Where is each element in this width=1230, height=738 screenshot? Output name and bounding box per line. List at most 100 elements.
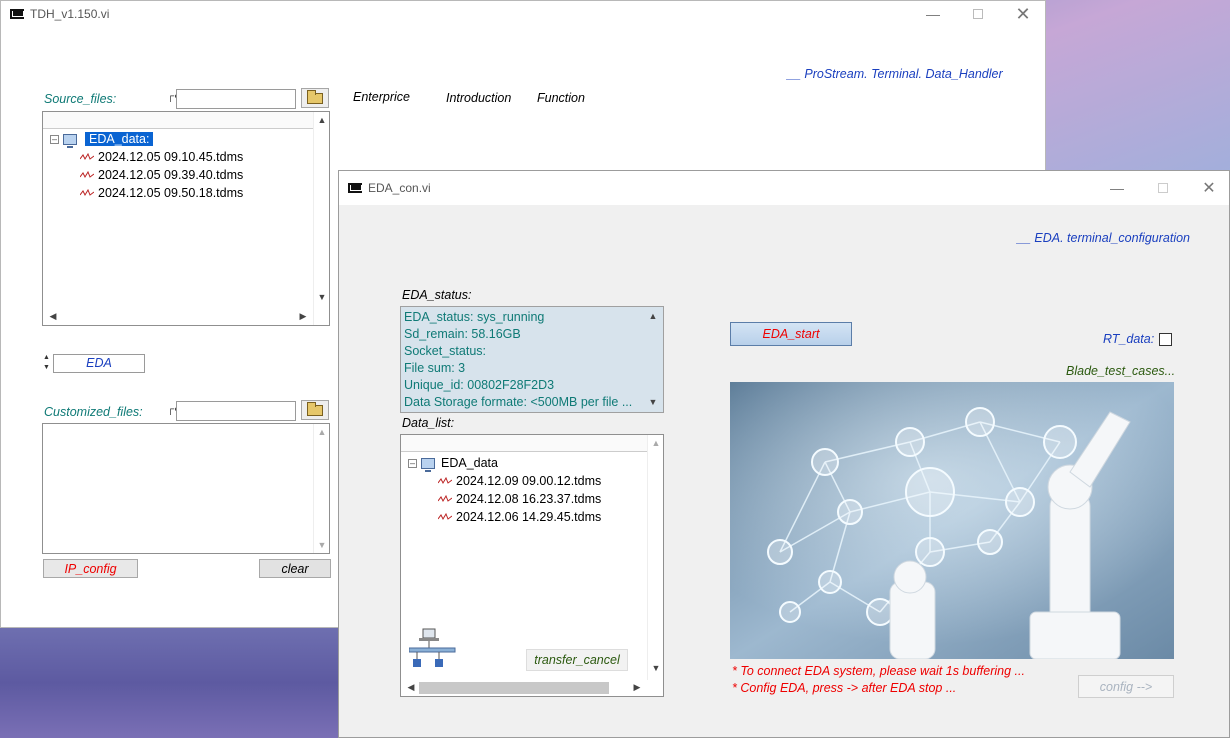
tree-root-label: EDA_data xyxy=(441,456,498,470)
rt-data-checkbox[interactable] xyxy=(1159,333,1172,346)
note-connect: * To connect EDA system, please wait 1s … xyxy=(732,664,1025,678)
tree-root[interactable]: – EDA_data xyxy=(408,456,498,472)
tree-file-item[interactable]: 2024.12.05 09.39.40.tdms xyxy=(80,168,243,182)
data-list-tree[interactable]: – EDA_data 2024.12.09 09.00.12.tdms 2024… xyxy=(400,434,664,697)
ip-config-button[interactable]: IP_config xyxy=(43,559,138,578)
tree-file-item[interactable]: 2024.12.05 09.10.45.tdms xyxy=(80,150,243,164)
horizontal-scrollbar[interactable]: ◀ ▶ xyxy=(43,309,313,325)
vertical-scrollbar[interactable]: ▲ ▼ xyxy=(313,112,329,325)
header-link[interactable]: __ EDA. terminal_configuration xyxy=(1017,231,1190,245)
scroll-down-icon[interactable]: ▼ xyxy=(645,397,661,407)
folder-icon xyxy=(307,89,323,104)
scroll-thumb[interactable] xyxy=(419,682,609,694)
source-files-tree[interactable]: – EDA_data: 2024.12.05 09.10.45.tdms 202… xyxy=(42,111,330,326)
status-label: EDA_status: xyxy=(402,288,472,302)
scroll-up-icon[interactable]: ▲ xyxy=(314,115,330,125)
tree-file-label: 2024.12.06 14.29.45.tdms xyxy=(456,510,602,524)
customized-browse-button[interactable] xyxy=(301,400,329,420)
selector-display: EDA xyxy=(53,354,145,373)
menu-function[interactable]: Function xyxy=(537,91,585,105)
close-icon[interactable]: ✕ xyxy=(1187,175,1230,201)
scroll-left-icon[interactable]: ◀ xyxy=(45,311,61,322)
scroll-right-icon[interactable]: ▶ xyxy=(295,311,311,322)
maximize-icon[interactable] xyxy=(956,1,1000,27)
robot-network-image xyxy=(730,382,1174,659)
tree-file-item[interactable]: 2024.12.09 09.00.12.tdms xyxy=(438,474,601,488)
tree-file-item[interactable]: 2024.12.08 16.23.37.tdms xyxy=(438,492,601,506)
note-config: * Config EDA, press -> after EDA stop ..… xyxy=(732,681,957,695)
selector-stepper[interactable]: ▲ ▼ xyxy=(43,353,51,373)
window-title: TDH_v1.150.vi xyxy=(30,7,110,21)
labview-icon xyxy=(348,183,362,193)
scroll-up-icon[interactable]: ▲ xyxy=(314,427,330,437)
blade-test-cases-label[interactable]: Blade_test_cases... xyxy=(1066,364,1175,378)
collapse-icon[interactable]: – xyxy=(50,134,59,144)
waveform-icon xyxy=(80,171,94,179)
customized-files-label: Customized_files: xyxy=(44,405,143,419)
waveform-icon xyxy=(80,189,94,197)
waveform-icon xyxy=(438,513,452,521)
status-line: File sum: 3 xyxy=(404,361,466,375)
computer-icon xyxy=(63,133,77,148)
status-line: Socket_status: xyxy=(404,344,486,358)
waveform-icon xyxy=(438,495,452,503)
source-files-label: Source_files: xyxy=(44,92,117,106)
close-icon[interactable]: ✕ xyxy=(1001,1,1045,27)
scroll-up-icon[interactable]: ▲ xyxy=(645,311,661,321)
status-line: Unique_id: 00802F28F2D3 xyxy=(404,378,555,392)
eda-titlebar[interactable]: EDA_con.vi — ✕ xyxy=(339,171,1229,205)
computer-icon xyxy=(421,457,435,472)
rt-data-label: RT_data: xyxy=(1103,332,1155,346)
tree-file-label: 2024.12.05 09.50.18.tdms xyxy=(98,186,244,200)
scroll-down-icon[interactable]: ▼ xyxy=(314,292,330,302)
status-line: Data Storage formate: <500MB per file ..… xyxy=(404,395,633,409)
folder-icon xyxy=(307,401,323,416)
tree-file-label: 2024.12.08 16.23.37.tdms xyxy=(456,492,602,506)
data-list-label: Data_list: xyxy=(402,416,455,430)
tree-file-item[interactable]: 2024.12.05 09.50.18.tdms xyxy=(80,186,243,200)
tree-file-label: 2024.12.05 09.39.40.tdms xyxy=(98,168,244,182)
source-path-input[interactable] xyxy=(176,89,296,109)
labview-icon xyxy=(10,9,24,19)
waveform-icon xyxy=(438,477,452,485)
customized-path-input[interactable] xyxy=(176,401,296,421)
vertical-scrollbar[interactable]: ▲ ▼ xyxy=(647,435,663,680)
window-title: EDA_con.vi xyxy=(368,181,431,195)
scroll-up-icon[interactable]: ▲ xyxy=(648,438,664,448)
eda-start-button[interactable]: EDA_start xyxy=(730,322,852,346)
menu-introduction[interactable]: Introduction xyxy=(446,91,511,105)
selector-value: EDA xyxy=(86,356,112,370)
tree-root-label: EDA_data: xyxy=(85,132,154,146)
tree-file-item[interactable]: 2024.12.06 14.29.45.tdms xyxy=(438,510,601,524)
minimize-icon[interactable]: — xyxy=(911,1,955,27)
transfer-cancel-button[interactable]: transfer_cancel xyxy=(526,649,628,671)
collapse-icon[interactable]: – xyxy=(408,458,417,468)
eda-window: EDA_con.vi — ✕ __ EDA. terminal_configur… xyxy=(338,170,1230,738)
tree-header xyxy=(401,435,647,452)
status-display: EDA_status: sys_running Sd_remain: 58.16… xyxy=(400,306,664,413)
status-line: Sd_remain: 58.16GB xyxy=(404,327,521,341)
tree-root[interactable]: – EDA_data: xyxy=(50,132,154,148)
minimize-icon[interactable]: — xyxy=(1095,175,1139,201)
tree-header xyxy=(43,112,313,129)
customized-files-list[interactable]: ▲ ▼ xyxy=(42,423,330,554)
network-icon xyxy=(409,628,456,667)
scroll-down-icon[interactable]: ▼ xyxy=(314,540,330,550)
tree-file-label: 2024.12.05 09.10.45.tdms xyxy=(98,150,244,164)
desktop-background xyxy=(0,628,340,738)
tree-file-label: 2024.12.09 09.00.12.tdms xyxy=(456,474,602,488)
maximize-icon[interactable] xyxy=(1141,175,1185,201)
menu-enterprice[interactable]: Enterprice xyxy=(353,90,410,104)
header-link[interactable]: __ ProStream. Terminal. Data_Handler xyxy=(787,67,1003,81)
main-titlebar[interactable]: TDH_v1.150.vi — ✕ xyxy=(1,1,1045,27)
scroll-left-icon[interactable]: ◀ xyxy=(403,682,419,693)
source-browse-button[interactable] xyxy=(301,88,329,108)
horizontal-scrollbar[interactable]: ◀ ▶ xyxy=(401,680,647,696)
config-button[interactable]: config --> xyxy=(1078,675,1174,698)
clear-button[interactable]: clear xyxy=(259,559,331,578)
scroll-right-icon[interactable]: ▶ xyxy=(629,682,645,693)
status-line: EDA_status: sys_running xyxy=(404,310,545,324)
waveform-icon xyxy=(80,153,94,161)
vertical-scrollbar[interactable]: ▲ ▼ xyxy=(313,424,329,553)
scroll-down-icon[interactable]: ▼ xyxy=(648,663,664,673)
